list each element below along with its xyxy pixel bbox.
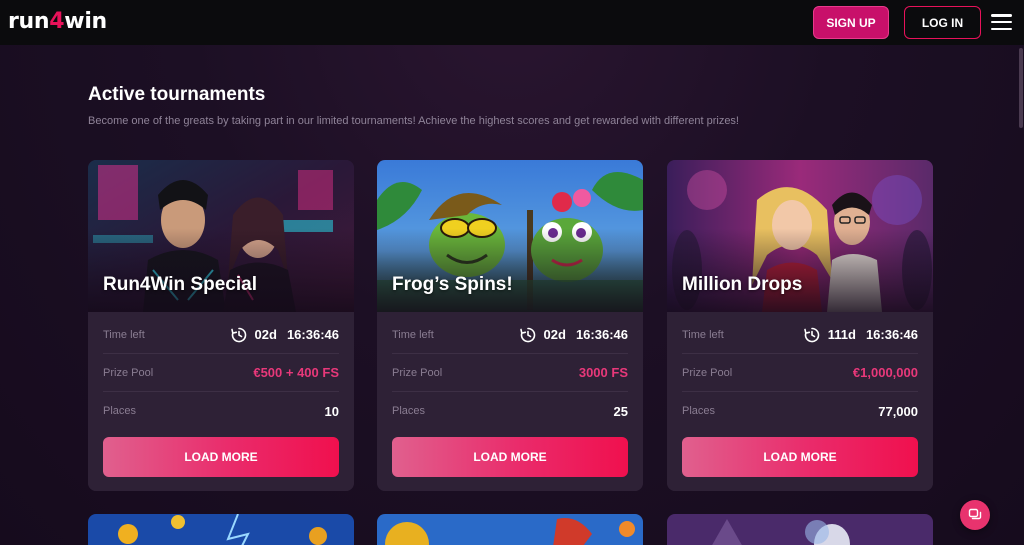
timer-icon	[519, 327, 535, 342]
chat-button[interactable]	[960, 500, 990, 530]
timer-icon	[803, 327, 820, 342]
tournament-banner[interactable]: Million Drops	[667, 160, 933, 312]
log-in-button[interactable]: LOG IN	[904, 6, 981, 39]
prize-pool-value: €500 + 400 FS	[253, 365, 339, 380]
places-label: Places	[103, 405, 137, 417]
prize-pool-row: Prize Pool 3000 FS	[392, 354, 628, 392]
tournament-details: Time left 02d 16:36:46 Prize Pool €500 +…	[88, 312, 354, 491]
load-more-button[interactable]: LOAD MORE	[392, 437, 628, 477]
tournament-title: Million Drops	[682, 274, 803, 295]
places-label: Places	[392, 405, 426, 417]
time-remaining: 16:36:46	[575, 327, 628, 342]
time-remaining: 16:36:46	[865, 327, 918, 342]
tournament-banner-partial[interactable]	[377, 514, 643, 545]
tournament-title: Run4Win Special	[103, 274, 257, 295]
tournament-details: Time left 111d 16:36:46 Prize Pool €1,00…	[667, 312, 933, 491]
sign-up-button[interactable]: SIGN UP	[813, 6, 889, 39]
places-value: 10	[324, 403, 339, 419]
prize-pool-label: Prize Pool	[392, 366, 443, 379]
places-row: Places 25	[392, 392, 628, 430]
days-left: 02d	[254, 327, 277, 342]
time-remaining: 16:36:46	[286, 327, 339, 342]
time-left-row: Time left 111d 16:36:46	[682, 316, 918, 354]
prize-pool-row: Prize Pool €500 + 400 FS	[103, 354, 339, 392]
prize-pool-label: Prize Pool	[103, 366, 154, 379]
places-value: 25	[613, 403, 628, 419]
logo[interactable]: run4win	[8, 9, 107, 34]
tournament-banner[interactable]: Frog’s Spins!	[377, 160, 643, 312]
logo-text-suffix: win	[64, 9, 107, 34]
prize-pool-value: €1,000,000	[852, 365, 918, 380]
time-left-row: Time left 02d 16:36:46	[103, 316, 339, 354]
prize-pool-row: Prize Pool €1,000,000	[682, 354, 918, 392]
places-value: 77,000	[878, 403, 918, 419]
load-more-button[interactable]: LOAD MORE	[103, 437, 339, 477]
tournament-banner-partial[interactable]	[667, 514, 933, 545]
places-label: Places	[682, 405, 716, 417]
timer-icon	[230, 327, 246, 342]
tournament-card: Run4Win Special Time left 02d 16:36:46 P…	[88, 160, 354, 491]
load-more-button[interactable]: LOAD MORE	[682, 437, 918, 477]
tournament-card: Million Drops Time left 111d 16:36:46 Pr…	[667, 160, 933, 491]
prize-pool-value: 3000 FS	[578, 365, 628, 380]
places-row: Places 77,000	[682, 392, 918, 430]
time-left-row: Time left 02d 16:36:46	[392, 316, 628, 354]
time-left-label: Time left	[103, 328, 145, 341]
scrollbar[interactable]	[1019, 48, 1023, 128]
section-subtitle: Become one of the greats by taking part …	[88, 115, 739, 127]
tournament-banner-partial[interactable]	[88, 514, 354, 545]
chat-icon	[968, 508, 982, 520]
time-left-value: 02d 16:36:46	[519, 327, 628, 343]
places-row: Places 10	[103, 392, 339, 430]
time-left-label: Time left	[682, 328, 724, 341]
days-left: 111d	[827, 327, 856, 342]
time-left-value: 02d 16:36:46	[230, 327, 339, 343]
logo-text-accent: 4	[49, 9, 65, 34]
tournament-banner[interactable]: Run4Win Special	[88, 160, 354, 312]
section-title: Active tournaments	[88, 84, 266, 105]
logo-text-prefix: run	[8, 9, 50, 34]
time-left-value: 111d 16:36:46	[803, 327, 918, 343]
tournament-card: Frog’s Spins! Time left 02d 16:36:46 Pri…	[377, 160, 643, 491]
tournament-details: Time left 02d 16:36:46 Prize Pool 3000 F…	[377, 312, 643, 491]
top-bar: run4win SIGN UP LOG IN	[0, 0, 1024, 45]
hamburger-menu-icon[interactable]	[991, 14, 1012, 30]
days-left: 02d	[543, 327, 566, 342]
prize-pool-label: Prize Pool	[682, 366, 733, 379]
time-left-label: Time left	[392, 328, 434, 341]
tournament-title: Frog’s Spins!	[392, 274, 513, 295]
